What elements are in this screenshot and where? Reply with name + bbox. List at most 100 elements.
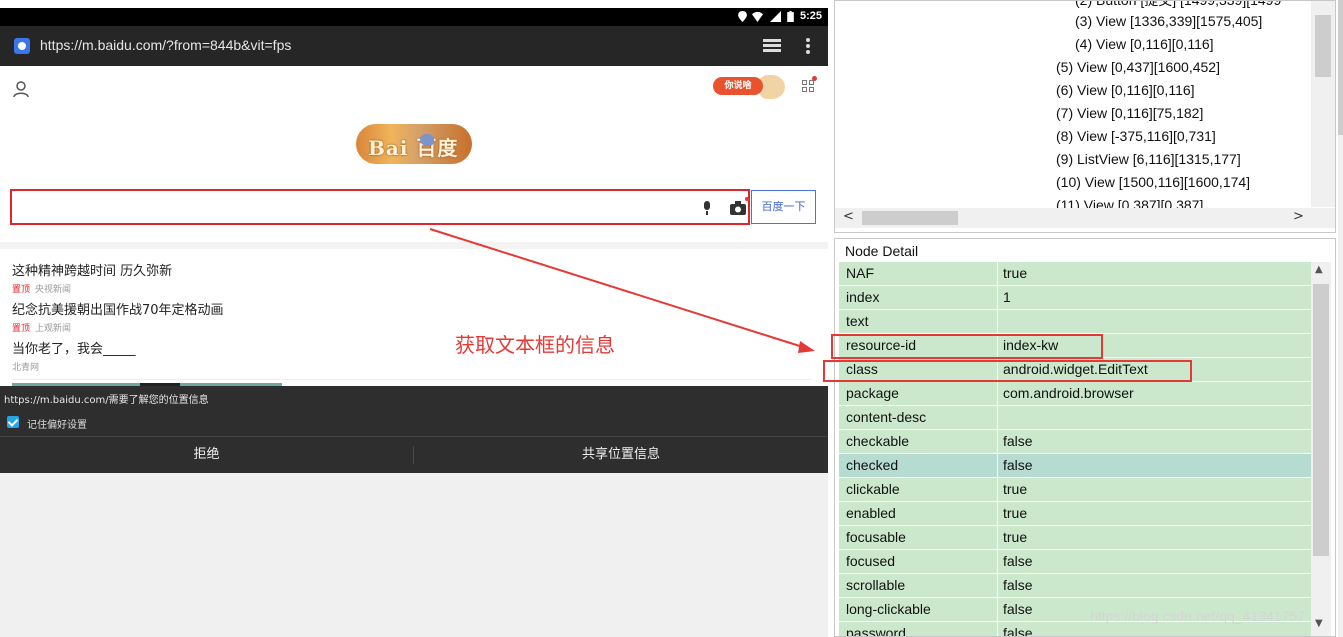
- signal-icon: [770, 11, 781, 22]
- promo-badge[interactable]: 你说啥: [713, 75, 785, 99]
- camera-badge-dot: [745, 197, 749, 201]
- search-input[interactable]: [10, 189, 750, 225]
- screenshot-root: 5:25 https://m.baidu.com/?from=844b&vit=…: [0, 0, 1343, 637]
- share-location-button[interactable]: 共享位置信息: [414, 441, 828, 469]
- tree-node[interactable]: (9) ListView [6,116][1315,177]: [1056, 151, 1241, 167]
- news-title[interactable]: 纪念抗美援朝出国作战70年定格动画: [12, 299, 812, 318]
- baidu-doodle-logo[interactable]: Bai 百度: [356, 124, 472, 164]
- news-source: 上观新闻: [35, 324, 72, 334]
- node-detail-row[interactable]: text: [839, 310, 1311, 334]
- node-attr-value: false: [1003, 433, 1033, 449]
- node-detail-row[interactable]: scrollable false: [839, 574, 1311, 598]
- node-attr-value: false: [1003, 553, 1033, 569]
- scrollbar-thumb[interactable]: [1313, 284, 1329, 556]
- news-title[interactable]: 当你老了，我会_____: [12, 338, 812, 357]
- empty-area: [0, 473, 828, 637]
- node-attr-key: focusable: [846, 529, 906, 545]
- column-divider: [997, 526, 998, 550]
- tree-node[interactable]: (2) Button [提交] [1499,339][1499: [1075, 1, 1281, 10]
- resource-id-highlight: [831, 334, 1103, 359]
- node-detail-row[interactable]: NAF true: [839, 262, 1311, 286]
- apps-grid-icon[interactable]: [802, 80, 815, 93]
- status-time: 5:25: [799, 10, 822, 22]
- node-detail-title: Node Detail: [845, 243, 919, 259]
- node-detail-row[interactable]: enabled true: [839, 502, 1311, 526]
- node-detail-row[interactable]: clickable true: [839, 478, 1311, 502]
- hierarchy-tree-panel[interactable]: (2) Button [提交] [1499,339][1499 (3) View…: [834, 0, 1336, 233]
- overflow-menu-icon[interactable]: [806, 38, 810, 54]
- deny-button[interactable]: 拒绝: [0, 441, 413, 469]
- class-highlight: [823, 360, 1192, 382]
- news-item[interactable]: 当你老了，我会_____ 北青网: [12, 338, 812, 373]
- tree-node[interactable]: (10) View [1500,116][1600,174]: [1056, 174, 1250, 190]
- search-button[interactable]: 百度一下: [751, 190, 816, 224]
- detail-vertical-scrollbar[interactable]: ▲ ▼: [1311, 262, 1331, 636]
- tree-node[interactable]: (3) View [1336,339][1575,405]: [1075, 13, 1262, 29]
- column-divider: [997, 622, 998, 636]
- node-attr-key: checked: [846, 457, 899, 473]
- node-detail-row[interactable]: content-desc: [839, 406, 1311, 430]
- url-text[interactable]: https://m.baidu.com/?from=844b&vit=fps: [40, 37, 291, 53]
- node-detail-row[interactable]: focused false: [839, 550, 1311, 574]
- remember-label[interactable]: 记住偏好设置: [27, 416, 87, 431]
- scrollbar-corner: [1311, 208, 1335, 228]
- location-icon: [738, 11, 747, 22]
- tree-horizontal-scrollbar[interactable]: < >: [835, 208, 1311, 228]
- tree-node[interactable]: (7) View [0,116][75,182]: [1056, 105, 1203, 121]
- scrollbar-thumb[interactable]: [862, 211, 958, 225]
- node-attr-key: package: [846, 385, 899, 401]
- tree-node[interactable]: (8) View [-375,116][0,731]: [1056, 128, 1216, 144]
- node-attr-value: false: [1003, 577, 1033, 593]
- feed-separator: [0, 242, 828, 249]
- column-divider: [997, 454, 998, 478]
- scrollbar-thumb[interactable]: [1338, 0, 1343, 135]
- battery-icon: [787, 11, 794, 22]
- node-detail-row[interactable]: index 1: [839, 286, 1311, 310]
- camera-icon[interactable]: [730, 201, 746, 215]
- annotation-label: 获取文本框的信息: [455, 333, 615, 357]
- wifi-icon: [752, 11, 763, 22]
- news-item[interactable]: 纪念抗美援朝出国作战70年定格动画 置顶 上观新闻: [12, 299, 812, 334]
- node-detail-row[interactable]: password false: [839, 622, 1311, 637]
- logo-text: Bai 百度: [368, 136, 459, 160]
- tree-node[interactable]: (5) View [0,437][1600,452]: [1056, 59, 1220, 75]
- tree-node[interactable]: (6) View [0,116][0,116]: [1056, 82, 1195, 98]
- node-attr-value: false: [1003, 601, 1033, 617]
- dialog-message: https://m.baidu.com/需要了解您的位置信息: [4, 395, 209, 406]
- column-divider: [997, 598, 998, 622]
- android-screen: 5:25 https://m.baidu.com/?from=844b&vit=…: [0, 8, 828, 637]
- node-detail-row[interactable]: package com.android.browser: [839, 382, 1311, 406]
- column-divider: [997, 550, 998, 574]
- news-item[interactable]: 这种精神跨越时间 历久弥新 置顶 央视新闻: [12, 260, 812, 295]
- column-divider: [997, 286, 998, 310]
- notification-dot: [812, 76, 817, 81]
- node-attr-value: true: [1003, 529, 1028, 545]
- node-attr-value: false: [1003, 625, 1033, 637]
- remember-checkbox[interactable]: [7, 416, 19, 428]
- node-attr-value: true: [1003, 265, 1028, 281]
- node-attr-key: content-desc: [846, 409, 927, 425]
- node-attr-key: enabled: [846, 505, 896, 521]
- user-icon[interactable]: [12, 80, 30, 98]
- node-detail-table: NAF true index 1 text resource-id index-kw clas…: [839, 262, 1311, 637]
- column-divider: [997, 430, 998, 454]
- top-strip: [0, 0, 828, 8]
- scroll-right-arrow-icon[interactable]: >: [1293, 209, 1304, 224]
- scroll-left-arrow-icon[interactable]: <: [843, 209, 854, 224]
- tabs-icon[interactable]: [763, 39, 781, 53]
- node-detail-row[interactable]: checked false: [839, 454, 1311, 478]
- node-attr-key: NAF: [846, 265, 874, 281]
- news-source: 北青网: [12, 363, 40, 373]
- node-attr-value: false: [1003, 457, 1033, 473]
- tree-vertical-scrollbar[interactable]: [1311, 1, 1335, 207]
- node-detail-row[interactable]: focusable true: [839, 526, 1311, 550]
- node-attr-key: index: [846, 289, 880, 305]
- scrollbar-thumb[interactable]: [1315, 15, 1331, 77]
- browser-url-bar[interactable]: https://m.baidu.com/?from=844b&vit=fps: [0, 26, 828, 66]
- node-detail-row[interactable]: checkable false: [839, 430, 1311, 454]
- doodle-bird-icon: [420, 134, 434, 146]
- tree-node[interactable]: (4) View [0,116][0,116]: [1075, 36, 1214, 52]
- news-title[interactable]: 这种精神跨越时间 历久弥新: [12, 260, 812, 279]
- microphone-icon[interactable]: [702, 201, 712, 215]
- scroll-up-arrow-icon[interactable]: ▲: [1315, 264, 1323, 275]
